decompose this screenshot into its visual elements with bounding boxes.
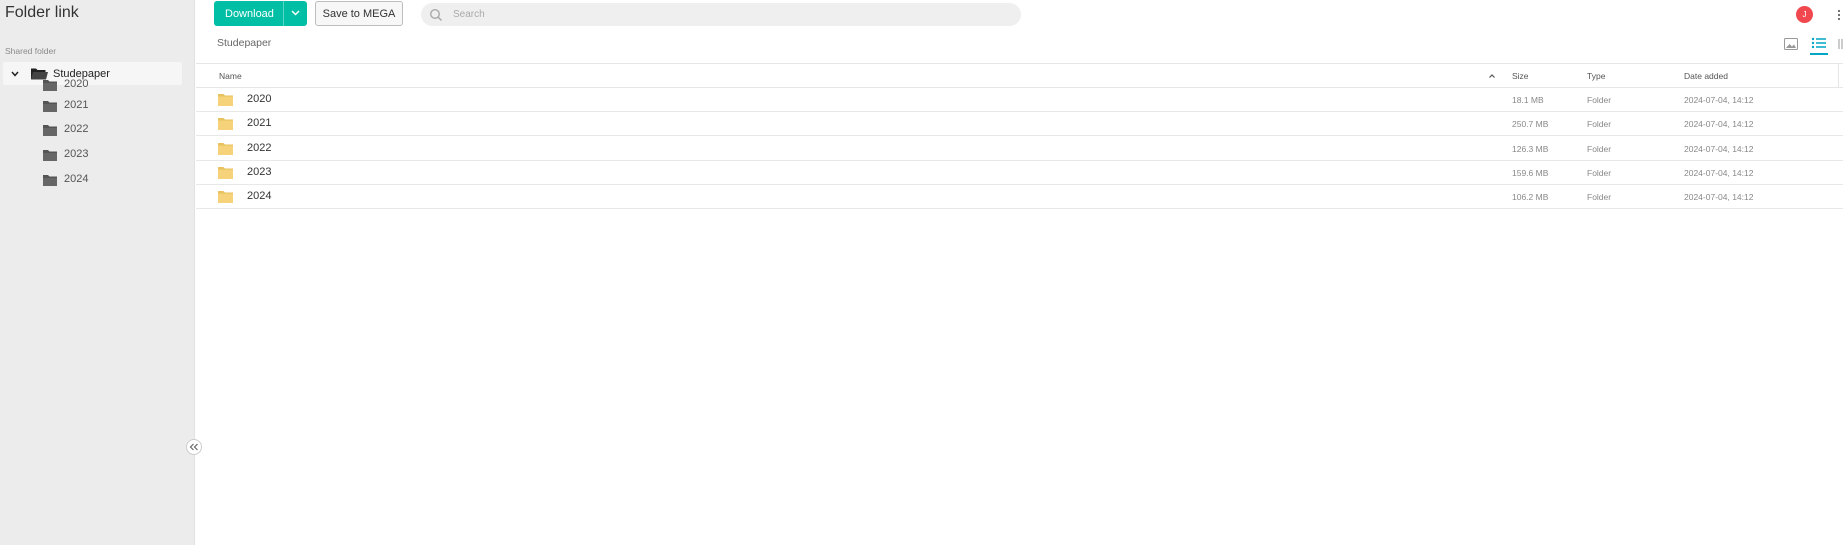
- row-type: Folder: [1587, 192, 1612, 202]
- tree-item-label: 2023: [64, 148, 89, 160]
- tree-item-2021[interactable]: 2021: [43, 96, 88, 114]
- search-input[interactable]: [453, 9, 993, 20]
- avatar[interactable]: J: [1796, 6, 1813, 23]
- row-size: 126.3 MB: [1512, 144, 1549, 154]
- column-header-size[interactable]: Size: [1512, 71, 1529, 81]
- chevron-down-icon[interactable]: [289, 7, 301, 19]
- row-name: 2021: [247, 117, 272, 129]
- search-icon: [429, 8, 443, 22]
- table-row[interactable]: 2023 159.6 MB Folder 2024-07-04, 14:12: [196, 161, 1843, 185]
- row-size: 159.6 MB: [1512, 168, 1549, 178]
- table-header: Name Size Type Date added: [196, 64, 1843, 88]
- row-date: 2024-07-04, 14:12: [1684, 119, 1754, 129]
- yellow-folder-icon: [218, 93, 233, 106]
- row-name: 2024: [247, 190, 272, 202]
- folder-icon: [43, 173, 57, 186]
- sidebar-title: Folder link: [5, 4, 79, 21]
- tree-item-label: 2020: [64, 78, 89, 90]
- save-to-mega-button[interactable]: Save to MEGA: [315, 1, 403, 26]
- column-header-name[interactable]: Name: [219, 71, 242, 81]
- row-type: Folder: [1587, 119, 1612, 129]
- yellow-folder-icon: [218, 117, 233, 130]
- app-root: Folder link Shared folder Studepaper 202…: [0, 0, 1843, 545]
- collapse-sidebar-button[interactable]: [186, 439, 202, 455]
- row-name: 2022: [247, 142, 272, 154]
- table-row[interactable]: 2022 126.3 MB Folder 2024-07-04, 14:12: [196, 137, 1843, 161]
- row-date: 2024-07-04, 14:12: [1684, 144, 1754, 154]
- more-menu-icon[interactable]: [1836, 8, 1842, 22]
- tree-root-studepaper[interactable]: Studepaper: [3, 62, 182, 85]
- folder-icon: [43, 123, 57, 136]
- table-row[interactable]: 2024 106.2 MB Folder 2024-07-04, 14:12: [196, 185, 1843, 209]
- table-row[interactable]: 2021 250.7 MB Folder 2024-07-04, 14:12: [196, 112, 1843, 136]
- sort-ascending-icon[interactable]: [1487, 71, 1497, 81]
- column-divider[interactable]: [1838, 64, 1839, 88]
- yellow-folder-icon: [218, 142, 233, 155]
- row-type: Folder: [1587, 168, 1612, 178]
- active-view-indicator: [1810, 53, 1828, 55]
- tree-item-2022[interactable]: 2022: [43, 120, 88, 138]
- row-size: 18.1 MB: [1512, 95, 1544, 105]
- chevron-down-icon[interactable]: [9, 68, 21, 80]
- column-header-type[interactable]: Type: [1587, 71, 1605, 81]
- folder-icon: [43, 99, 57, 112]
- download-button-label: Download: [225, 7, 274, 20]
- tree-item-label: 2021: [64, 99, 89, 111]
- folder-icon: [43, 78, 57, 91]
- tree-item-2020[interactable]: 2020: [43, 75, 88, 93]
- row-size: 250.7 MB: [1512, 119, 1549, 129]
- tree-item-label: 2024: [64, 173, 89, 185]
- tree-item-2023[interactable]: 2023: [43, 145, 88, 163]
- tree-item-2024[interactable]: 2024: [43, 170, 88, 188]
- column-header-date[interactable]: Date added: [1684, 71, 1728, 81]
- folder-icon: [43, 148, 57, 161]
- search-bar[interactable]: [421, 3, 1021, 26]
- table-row[interactable]: 2020 18.1 MB Folder 2024-07-04, 14:12: [196, 88, 1843, 112]
- thumbnail-view-icon[interactable]: [1784, 37, 1798, 50]
- row-name: 2023: [247, 166, 272, 178]
- sidebar: Folder link Shared folder Studepaper 202…: [0, 0, 195, 545]
- breadcrumb[interactable]: Studepaper: [217, 37, 271, 49]
- row-date: 2024-07-04, 14:12: [1684, 95, 1754, 105]
- tree-item-label: 2022: [64, 123, 89, 135]
- row-size: 106.2 MB: [1512, 192, 1549, 202]
- row-type: Folder: [1587, 144, 1612, 154]
- yellow-folder-icon: [218, 166, 233, 179]
- column-settings-icon[interactable]: [1838, 37, 1843, 49]
- download-button-divider: [283, 1, 284, 26]
- row-type: Folder: [1587, 95, 1612, 105]
- list-view-icon[interactable]: [1811, 36, 1827, 50]
- row-date: 2024-07-04, 14:12: [1684, 192, 1754, 202]
- download-button[interactable]: Download: [214, 1, 307, 26]
- double-chevron-left-icon: [189, 443, 198, 451]
- yellow-folder-icon: [218, 190, 233, 203]
- sidebar-section-label: Shared folder: [5, 46, 57, 56]
- row-date: 2024-07-04, 14:12: [1684, 168, 1754, 178]
- row-name: 2020: [247, 93, 272, 105]
